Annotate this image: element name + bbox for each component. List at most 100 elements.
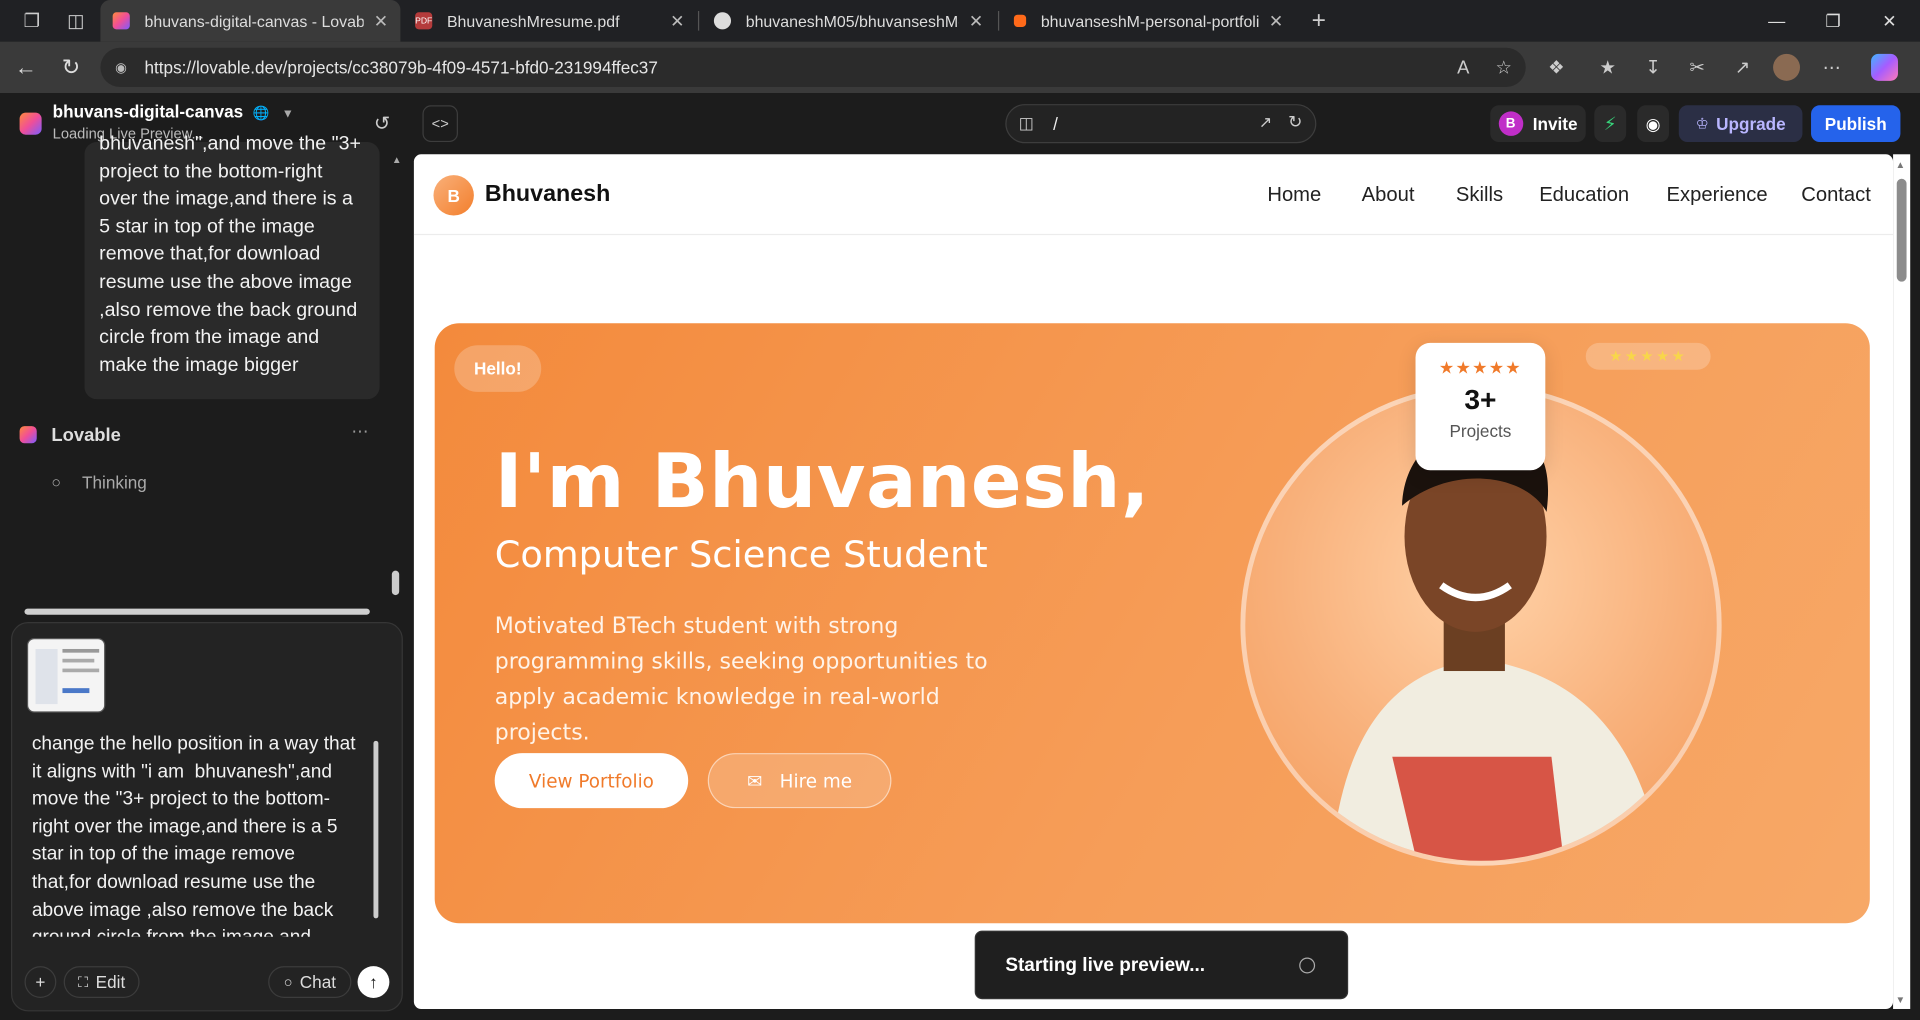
toast-text: Starting live preview... xyxy=(1005,955,1206,976)
preview-path-bar[interactable]: ◫ / ↗ ↻ xyxy=(1005,104,1317,144)
composer-scrollbar[interactable] xyxy=(373,740,379,919)
site-logo[interactable]: B xyxy=(433,175,474,216)
tab-actions-icon[interactable]: ◫ xyxy=(54,0,98,42)
reload-icon[interactable]: ↻ xyxy=(55,51,87,83)
restore-icon[interactable]: ❐ xyxy=(1805,0,1861,42)
scroll-up-icon[interactable]: ▲ xyxy=(1896,159,1906,170)
nav-link-experience[interactable]: Experience xyxy=(1667,184,1768,207)
user-message-text: bhuvanesh",and move the "3+ project to t… xyxy=(99,133,361,376)
thinking-label: Thinking xyxy=(82,472,147,493)
thumb-sidebar xyxy=(35,648,58,705)
close-tab-icon[interactable]: ✕ xyxy=(670,10,684,31)
thumb-line xyxy=(62,688,90,694)
close-window-icon[interactable]: ✕ xyxy=(1861,0,1917,42)
preview-toast: Starting live preview... xyxy=(974,930,1349,1000)
select-edit-icon: ⛶ xyxy=(78,972,89,991)
attachment-thumbnail[interactable] xyxy=(26,637,106,713)
tab-portfolio[interactable]: bhuvanseshM-personal-portfoli ✕ xyxy=(1002,0,1296,42)
tab-lovable[interactable]: bhuvans-digital-canvas - Lovable ✕ xyxy=(100,0,401,42)
hero-headline: I'm Bhuvanesh, xyxy=(494,438,1150,526)
site-brand[interactable]: Bhuvanesh xyxy=(485,181,610,208)
hero-role: Computer Science Student xyxy=(494,533,988,577)
horizontal-scrollbar[interactable] xyxy=(24,608,370,615)
message-options-icon[interactable]: ⋯ xyxy=(351,421,368,442)
extensions-icon[interactable]: ❖ xyxy=(1543,54,1570,81)
back-arrow-icon[interactable]: ← xyxy=(10,51,42,83)
preview-scrollbar[interactable]: ▲ ▼ xyxy=(1893,154,1911,1009)
rating-stars-icon: ★★★★★ xyxy=(1438,357,1522,378)
chevron-down-icon: ▼ xyxy=(281,107,294,122)
profile-avatar[interactable] xyxy=(1773,53,1801,81)
scroll-down-icon[interactable]: ▼ xyxy=(1896,994,1906,1005)
browser-tab-strip: ❐ ◫ bhuvans-digital-canvas - Lovable ✕ P… xyxy=(0,0,1920,42)
preview-path-text[interactable]: / xyxy=(1053,114,1058,134)
refresh-preview-icon[interactable]: ↻ xyxy=(1288,111,1302,132)
supabase-icon[interactable]: ⚡ xyxy=(1594,105,1627,143)
nav-link-about[interactable]: About xyxy=(1362,184,1415,207)
open-external-icon[interactable]: ↗ xyxy=(1259,113,1272,133)
url-text: https://lovable.dev/projects/cc38079b-4f… xyxy=(144,57,658,78)
stat-value: 3+ xyxy=(1464,383,1497,416)
github-icon[interactable]: ◉ xyxy=(1637,105,1669,143)
read-aloud-icon[interactable]: A xyxy=(1450,54,1477,81)
close-tab-icon[interactable]: ✕ xyxy=(1269,10,1283,31)
send-arrow-icon[interactable]: ↑ xyxy=(357,966,390,998)
favorites-icon[interactable]: ★ xyxy=(1594,54,1621,81)
mail-icon: ✉ xyxy=(747,769,763,792)
site-navbar: B Bhuvanesh Home About Skills Education … xyxy=(413,154,1894,236)
nav-link-contact[interactable]: Contact xyxy=(1801,184,1871,207)
copilot-icon[interactable] xyxy=(1871,53,1898,81)
address-bar[interactable]: ◉ https://lovable.dev/projects/cc38079b-… xyxy=(100,47,1526,87)
upgrade-button[interactable]: ♔ Upgrade xyxy=(1678,105,1803,143)
crown-icon: ♔ xyxy=(1695,115,1709,133)
nav-link-skills[interactable]: Skills xyxy=(1456,184,1503,207)
chat-mode-button[interactable]: ○ Chat xyxy=(268,966,352,998)
upgrade-label: Upgrade xyxy=(1716,113,1786,134)
tab-resume-pdf[interactable]: PDF BhuvaneshMresume.pdf ✕ xyxy=(403,0,697,42)
hero-section: Hello! I'm Bhuvanesh, Computer Science S… xyxy=(434,323,1870,924)
share-icon[interactable]: ↗ xyxy=(1729,54,1756,81)
minimize-icon[interactable]: — xyxy=(1749,0,1805,42)
loading-spinner-icon xyxy=(1299,957,1316,974)
tab-github[interactable]: bhuvaneshM05/bhuvanseshM-pe ✕ xyxy=(702,0,996,42)
browser-toolbar: ← ↻ ◉ https://lovable.dev/projects/cc380… xyxy=(0,41,1920,94)
chat-panel: bhuvanesh",and move the "3+ project to t… xyxy=(0,133,414,1020)
downloads-icon[interactable]: ↧ xyxy=(1640,54,1667,81)
nav-link-education[interactable]: Education xyxy=(1539,184,1629,207)
new-tab-icon[interactable]: + xyxy=(1297,0,1341,42)
edit-label: Edit xyxy=(95,972,126,992)
preview-scrollbar-thumb[interactable] xyxy=(1896,178,1907,282)
view-portfolio-button[interactable]: View Portfolio xyxy=(494,753,689,809)
user-message-bubble: bhuvanesh",and move the "3+ project to t… xyxy=(84,133,380,400)
site-info-icon[interactable]: ◉ xyxy=(115,59,132,76)
add-attachment-button[interactable]: + xyxy=(24,966,57,998)
project-name-dropdown[interactable]: bhuvans-digital-canvas 🌐 ▼ xyxy=(53,102,294,122)
nav-link-home[interactable]: Home xyxy=(1267,184,1321,207)
chat-label: Chat xyxy=(299,972,337,992)
edit-button[interactable]: ⛶ Edit xyxy=(63,966,140,998)
code-view-icon[interactable]: <> xyxy=(422,105,458,143)
tab-title: bhuvaneshM05/bhuvanseshM-pe xyxy=(745,11,960,31)
scroll-up-icon[interactable]: ▲ xyxy=(392,154,402,165)
tab-separator xyxy=(997,11,1000,31)
screenshot-icon[interactable]: ✂ xyxy=(1684,54,1711,81)
publish-button[interactable]: Publish xyxy=(1811,105,1901,143)
more-menu-icon[interactable]: ⋯ xyxy=(1818,54,1845,81)
stat-label: Projects xyxy=(1449,421,1512,441)
hire-me-label: Hire me xyxy=(779,769,853,792)
device-toggle-icon[interactable]: ◫ xyxy=(1019,114,1034,134)
shirt-print-shape xyxy=(1392,756,1564,861)
workspaces-icon[interactable]: ❐ xyxy=(10,0,54,42)
tab-title: BhuvaneshMresume.pdf xyxy=(446,11,620,31)
favorite-star-icon[interactable]: ☆ xyxy=(1490,54,1517,81)
close-tab-icon[interactable]: ✕ xyxy=(374,10,388,31)
history-icon[interactable]: ↺ xyxy=(366,105,398,142)
thumb-line xyxy=(62,648,100,653)
tab-separator xyxy=(697,11,700,31)
close-tab-icon[interactable]: ✕ xyxy=(969,10,983,31)
chat-input[interactable]: change the hello position in a way that … xyxy=(32,731,369,936)
hire-me-button[interactable]: ✉ Hire me xyxy=(707,753,892,809)
chat-scrollbar-thumb[interactable] xyxy=(391,570,400,596)
github-favicon-icon xyxy=(713,12,732,30)
invite-button[interactable]: B Invite xyxy=(1490,105,1586,143)
